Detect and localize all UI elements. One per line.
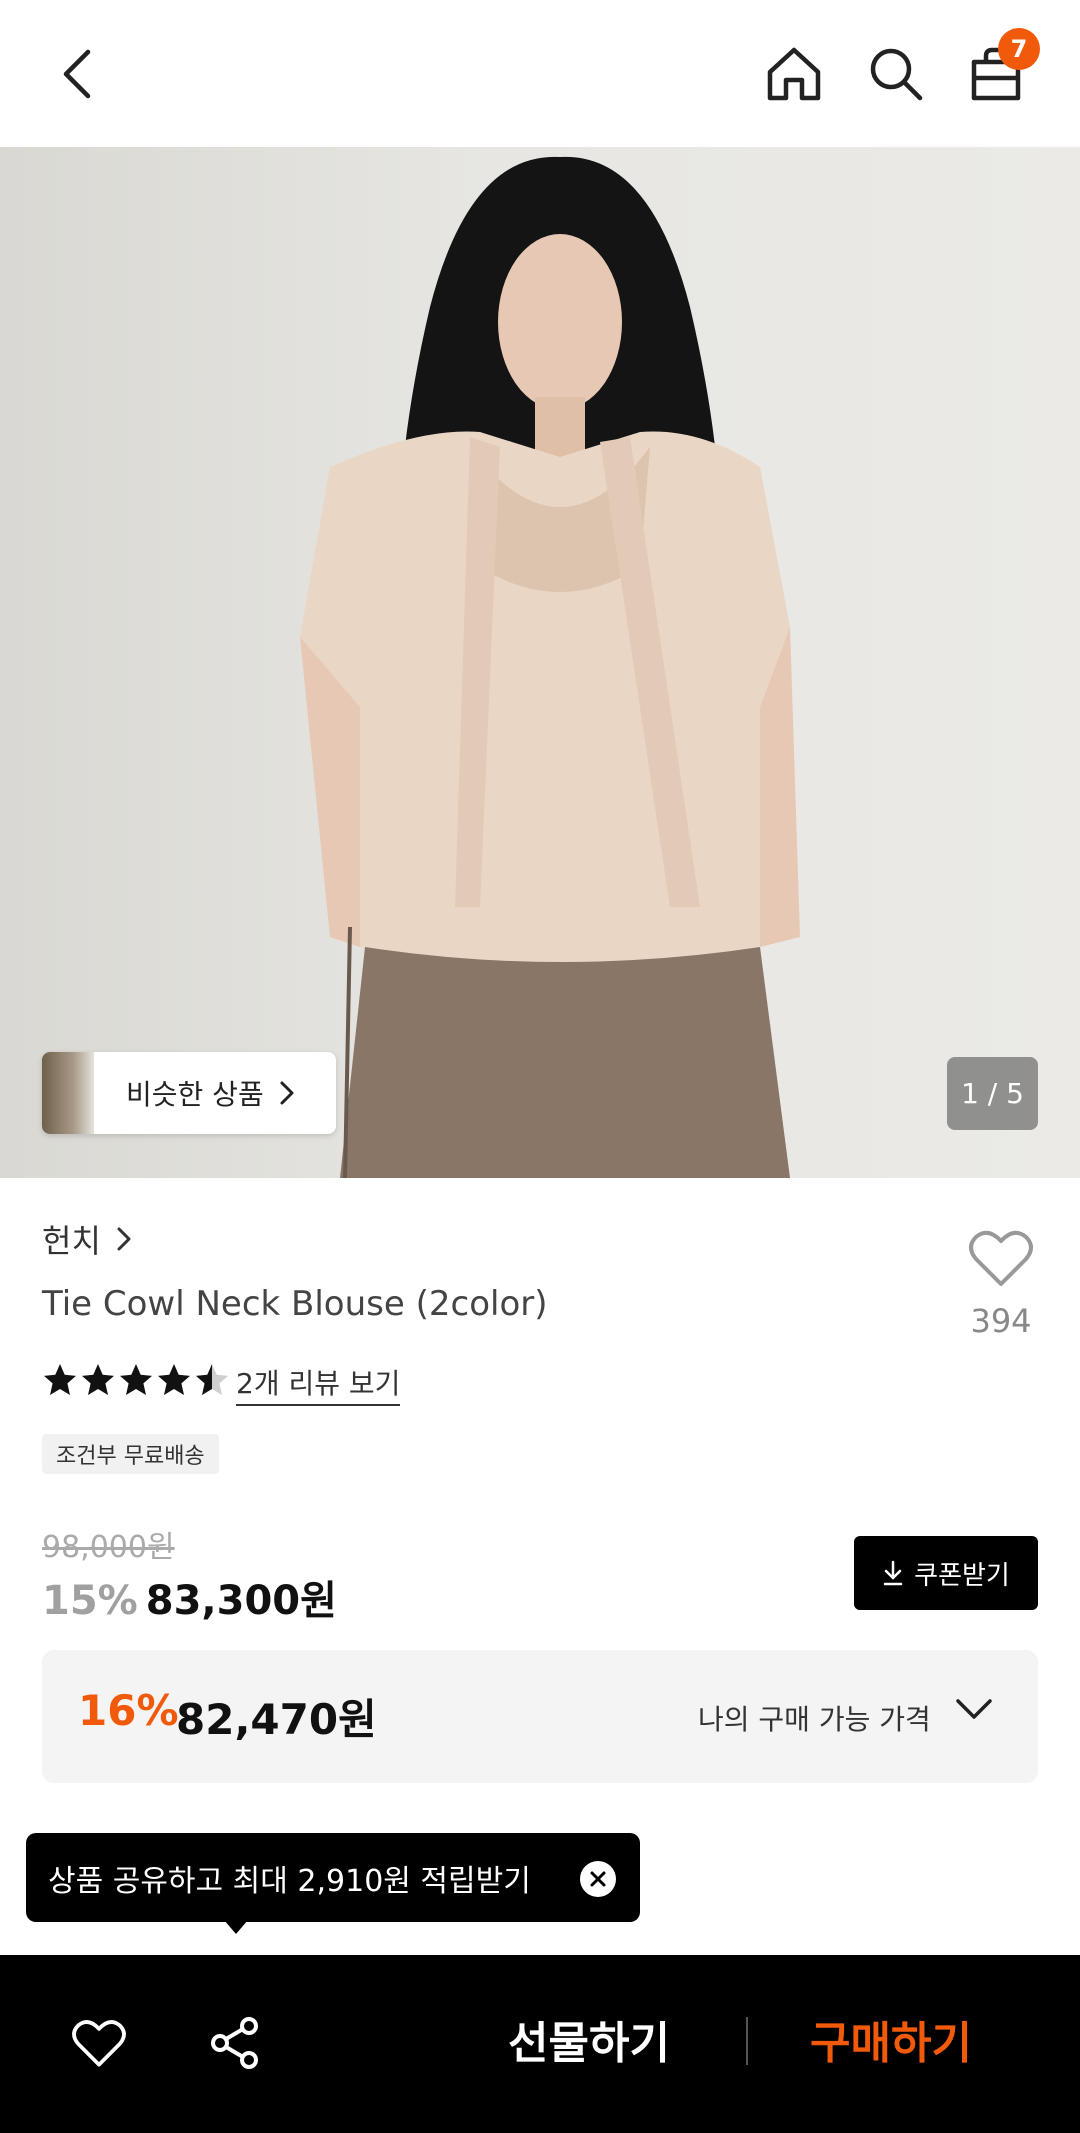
shipping-tag: 조건부 무료배송 bbox=[42, 1434, 219, 1474]
top-app-bar: 7 bbox=[0, 0, 1080, 147]
close-icon bbox=[590, 1871, 606, 1887]
rating-stars bbox=[42, 1362, 230, 1398]
chevron-down-icon bbox=[956, 1699, 992, 1719]
my-purchase-price-panel[interactable]: 16% 82,470원 나의 구매 가능 가격 bbox=[42, 1650, 1038, 1783]
share-icon bbox=[211, 2017, 258, 2069]
discount-rate: 15% bbox=[42, 1578, 138, 1624]
similar-products-button[interactable]: 비슷한 상품 bbox=[42, 1052, 336, 1134]
coupon-download-button[interactable]: 쿠폰받기 bbox=[854, 1536, 1038, 1610]
home-button[interactable] bbox=[758, 34, 830, 114]
tooltip-caret bbox=[224, 1920, 248, 1934]
download-icon bbox=[883, 1560, 903, 1586]
my-price-label: 나의 구매 가능 가격 bbox=[698, 1703, 931, 1736]
bottom-divider bbox=[746, 2017, 748, 2065]
back-button[interactable] bbox=[42, 34, 114, 114]
image-page-indicator: 1 / 5 bbox=[947, 1057, 1038, 1130]
share-button[interactable] bbox=[202, 2010, 268, 2076]
wishlist-count: 394 bbox=[970, 1302, 1032, 1340]
buy-button[interactable]: 구매하기 bbox=[810, 2007, 972, 2071]
star-icon bbox=[158, 1364, 190, 1395]
similar-product-thumbnail bbox=[42, 1052, 94, 1134]
brand-link[interactable]: 헌치 bbox=[42, 1216, 133, 1262]
star-icon bbox=[82, 1364, 114, 1395]
price-row: 15% 83,300원 bbox=[42, 1568, 337, 1626]
bottom-wishlist-button[interactable] bbox=[66, 2010, 132, 2076]
coupon-label: 쿠폰받기 bbox=[914, 1560, 1010, 1591]
heart-outline-icon bbox=[969, 1230, 1033, 1286]
home-icon bbox=[767, 47, 821, 101]
bottom-action-bar: 선물하기 구매하기 bbox=[0, 1955, 1080, 2133]
product-photo bbox=[300, 156, 800, 1178]
chevron-right-icon bbox=[117, 1227, 131, 1251]
tooltip-text: 상품 공유하고 최대 2,910원 적립받기 bbox=[48, 1863, 531, 1899]
my-discount-rate: 16% bbox=[78, 1686, 179, 1735]
my-price: 82,470원 bbox=[176, 1695, 377, 1744]
original-price: 98,000원 bbox=[42, 1530, 175, 1565]
star-icon bbox=[44, 1364, 76, 1395]
brand-name: 헌치 bbox=[42, 1222, 101, 1260]
product-title: Tie Cowl Neck Blouse (2color) bbox=[42, 1284, 548, 1324]
search-icon bbox=[870, 48, 923, 101]
chevron-left-icon bbox=[63, 49, 91, 99]
share-reward-tooltip: 상품 공유하고 최대 2,910원 적립받기 bbox=[26, 1833, 640, 1922]
chevron-right-icon bbox=[280, 1081, 294, 1105]
cart-count-badge: 7 bbox=[998, 28, 1040, 70]
half-star-icon bbox=[196, 1364, 228, 1395]
review-link[interactable]: 2개 리뷰 보기 bbox=[236, 1362, 401, 1406]
sale-price: 83,300원 bbox=[145, 1578, 337, 1624]
tooltip-close-button[interactable] bbox=[580, 1861, 616, 1897]
gift-button[interactable]: 선물하기 bbox=[508, 2007, 670, 2071]
product-image[interactable] bbox=[0, 147, 1080, 1178]
heart-outline-icon bbox=[72, 2020, 126, 2067]
search-button[interactable] bbox=[860, 34, 932, 114]
similar-products-label: 비슷한 상품 bbox=[126, 1078, 264, 1111]
wishlist-button[interactable] bbox=[960, 1222, 1042, 1294]
star-icon bbox=[120, 1364, 152, 1395]
